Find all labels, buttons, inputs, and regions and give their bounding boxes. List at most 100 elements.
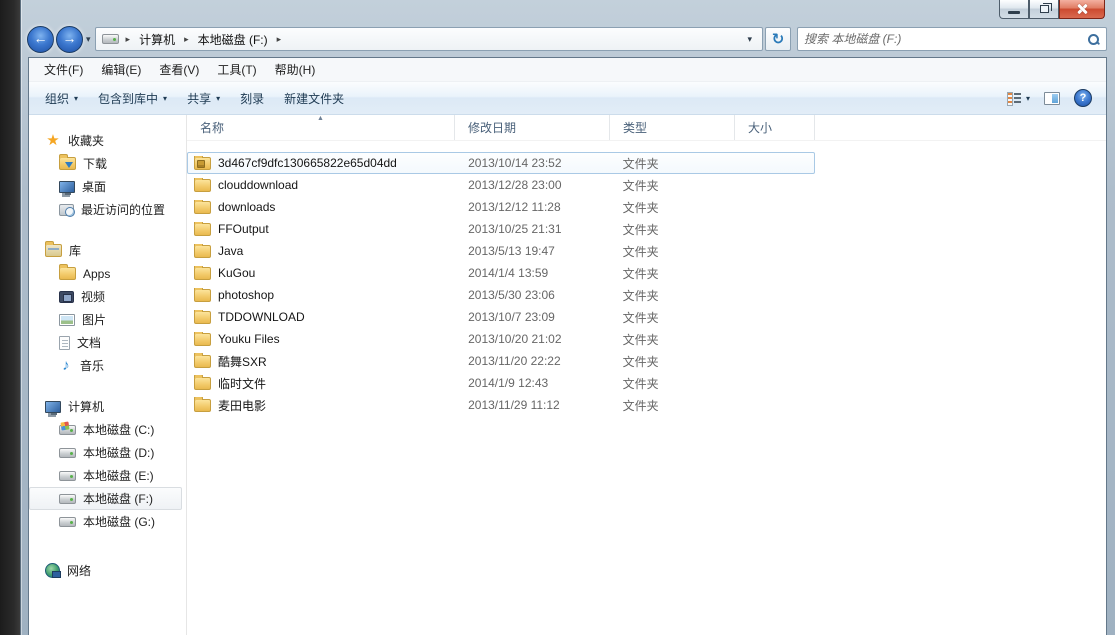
back-button[interactable]: ← [27, 26, 54, 53]
sidebar-item[interactable]: 最近访问的位置 [29, 198, 186, 221]
sidebar-item-label: 图片 [82, 311, 106, 328]
file-row[interactable]: 临时文件 2014/1/9 12:43 文件夹 [187, 372, 815, 394]
recent-places-icon [59, 204, 74, 216]
sidebar-item[interactable]: 本地磁盘 (E:) [29, 464, 186, 487]
file-row[interactable]: 酷舞SXR 2013/11/20 22:22 文件夹 [187, 350, 815, 372]
folder-icon [194, 311, 211, 324]
file-row[interactable]: clouddownload 2013/12/28 23:00 文件夹 [187, 174, 815, 196]
menu-item[interactable]: 工具(T) [208, 58, 265, 81]
file-type: 文件夹 [610, 397, 735, 414]
change-view-button[interactable]: ▾ [1007, 91, 1030, 105]
column-header[interactable]: 修改日期 [455, 115, 610, 140]
menu-item[interactable]: 查看(V) [150, 58, 208, 81]
minimize-button[interactable] [999, 0, 1029, 19]
folder-icon [194, 377, 211, 390]
sidebar-item[interactable]: Apps [29, 262, 186, 285]
location-drive-icon [102, 34, 119, 44]
close-button[interactable] [1059, 0, 1105, 19]
chevron-down-icon: ▾ [216, 94, 220, 103]
column-header[interactable]: 类型 [610, 115, 735, 140]
file-row[interactable]: FFOutput 2013/10/25 21:31 文件夹 [187, 218, 815, 240]
file-name: FFOutput [218, 222, 269, 236]
music-icon: ♪ [59, 358, 73, 373]
toolbar-button-label: 包含到库中 [98, 90, 158, 107]
sidebar-item-label: 音乐 [80, 357, 104, 374]
sidebar-item[interactable]: 桌面 [29, 175, 186, 198]
address-dropdown-icon[interactable]: ▾ [741, 34, 758, 45]
breadcrumb: ▸计算机▸本地磁盘 (F:)▸ [119, 29, 742, 50]
forward-button[interactable]: → [56, 26, 83, 53]
folder-icon [194, 399, 211, 412]
sidebar-item-label: 本地磁盘 (F:) [83, 490, 153, 507]
file-date-modified: 2013/12/12 11:28 [455, 200, 610, 214]
address-bar[interactable]: ▸计算机▸本地磁盘 (F:)▸ ▾ [95, 27, 763, 51]
sidebar-item[interactable]: 文档 [29, 331, 186, 354]
sidebar-item[interactable]: 本地磁盘 (G:) [29, 510, 186, 533]
toolbar-button[interactable]: 包含到库中 ▾ [88, 85, 177, 112]
sidebar-item-label: 本地磁盘 (E:) [83, 467, 154, 484]
file-date-modified: 2013/5/13 19:47 [455, 244, 610, 258]
refresh-button[interactable]: ↻ [765, 27, 791, 51]
file-row[interactable]: Youku Files 2013/10/20 21:02 文件夹 [187, 328, 815, 350]
breadcrumb-item[interactable]: 本地磁盘 (F:) [196, 29, 270, 50]
file-date-modified: 2013/5/30 23:06 [455, 288, 610, 302]
toolbar-button[interactable]: 刻录 [230, 85, 274, 112]
history-dropdown-icon[interactable]: ▾ [86, 34, 91, 45]
file-row[interactable]: KuGou 2014/1/4 13:59 文件夹 [187, 262, 815, 284]
toolbar-right-group: ▾ ? [1007, 89, 1100, 107]
toolbar-button[interactable]: 共享 ▾ [177, 85, 230, 112]
search-box[interactable] [797, 27, 1107, 51]
search-icon [1087, 33, 1100, 46]
menu-item[interactable]: 文件(F) [35, 58, 92, 81]
desktop-icon [59, 181, 75, 193]
search-input[interactable] [804, 32, 1087, 46]
menu-item[interactable]: 帮助(H) [266, 58, 325, 81]
sidebar-item[interactable]: 图片 [29, 308, 186, 331]
column-header[interactable]: ▲ 名称 [187, 115, 455, 140]
command-toolbar: 组织 ▾ 包含到库中 ▾ 共享 ▾ 刻录 新建文件夹 ▾ ? [29, 82, 1106, 115]
file-row[interactable]: 3d467cf9dfc130665822e65d04dd 2013/10/14 … [187, 152, 815, 174]
sidebar-section-header[interactable]: 网络 [29, 559, 186, 582]
sidebar-section-header[interactable]: 计算机 [29, 395, 186, 418]
sidebar-section-label: 网络 [67, 562, 91, 579]
sidebar-item[interactable]: ♪ 音乐 [29, 354, 186, 377]
sidebar-item[interactable]: 下载 [29, 152, 186, 175]
file-type: 文件夹 [610, 199, 735, 216]
file-type: 文件夹 [610, 221, 735, 238]
navigation-bar: ← → ▾ ▸计算机▸本地磁盘 (F:)▸ ▾ ↻ [27, 24, 1107, 54]
file-row[interactable]: TDDOWNLOAD 2013/10/7 23:09 文件夹 [187, 306, 815, 328]
breadcrumb-item[interactable]: 计算机 [137, 29, 177, 50]
sidebar-section-header[interactable]: ★ 收藏夹 [29, 129, 186, 152]
chevron-down-icon: ▾ [74, 94, 78, 103]
file-name: Java [218, 244, 243, 258]
sidebar-item[interactable]: 视频 [29, 285, 186, 308]
locked-folder-icon [194, 157, 211, 170]
column-headers: ▲ 名称 修改日期 类型 大小 [187, 115, 1106, 141]
menu-item[interactable]: 编辑(E) [92, 58, 150, 81]
sidebar-section-header[interactable]: 库 [29, 239, 186, 262]
explorer-window: ← → ▾ ▸计算机▸本地磁盘 (F:)▸ ▾ ↻ 文件(F)编辑(E)查看(V… [20, 0, 1115, 635]
sidebar-item[interactable]: 本地磁盘 (C:) [29, 418, 186, 441]
column-header-label: 名称 [200, 119, 224, 136]
sidebar-item-label: 本地磁盘 (G:) [83, 513, 155, 530]
toolbar-button[interactable]: 新建文件夹 [274, 85, 354, 112]
file-row[interactable]: photoshop 2013/5/30 23:06 文件夹 [187, 284, 815, 306]
file-date-modified: 2014/1/9 12:43 [455, 376, 610, 390]
help-button[interactable]: ? [1074, 89, 1092, 107]
sidebar-section-label: 库 [69, 242, 81, 259]
sidebar-section: 网络 [29, 559, 186, 582]
file-row[interactable]: Java 2013/5/13 19:47 文件夹 [187, 240, 815, 262]
toolbar-button[interactable]: 组织 ▾ [35, 85, 88, 112]
preview-pane-button[interactable] [1044, 92, 1060, 105]
sidebar-item[interactable]: 本地磁盘 (D:) [29, 441, 186, 464]
sidebar-item-label: 桌面 [82, 178, 106, 195]
file-row[interactable]: downloads 2013/12/12 11:28 文件夹 [187, 196, 815, 218]
file-row[interactable]: 麦田电影 2013/11/29 11:12 文件夹 [187, 394, 815, 416]
sidebar-item-selected[interactable]: 本地磁盘 (F:) [29, 487, 182, 510]
forward-icon: → [63, 31, 77, 45]
column-header[interactable]: 大小 [735, 115, 815, 140]
maximize-button[interactable] [1029, 0, 1059, 19]
file-type: 文件夹 [610, 309, 735, 326]
file-date-modified: 2013/12/28 23:00 [455, 178, 610, 192]
toolbar-button-label: 共享 [187, 90, 211, 107]
